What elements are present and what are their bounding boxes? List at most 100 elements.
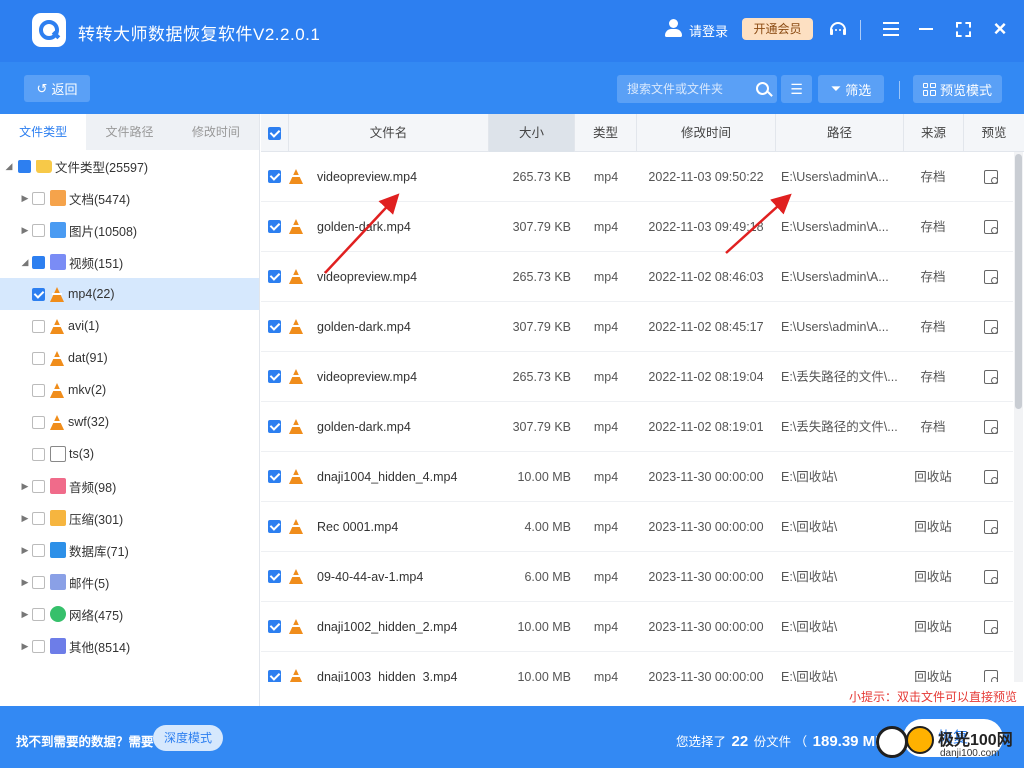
close-icon[interactable]: ×	[989, 18, 1011, 40]
advanced-search-button[interactable]: ☰	[781, 75, 812, 103]
preview-icon[interactable]	[984, 620, 998, 634]
preview-icon[interactable]	[984, 520, 998, 534]
user-icon[interactable]	[664, 18, 682, 38]
table-row[interactable]: dnaji1002_hidden_2.mp4 10.00 MB mp4 2023…	[261, 602, 1013, 652]
tree-item-audio[interactable]: ▶ 音频(98)	[0, 470, 259, 502]
tree-item-swf[interactable]: swf(32)	[0, 406, 259, 438]
preview-icon[interactable]	[984, 270, 998, 284]
preview-icon[interactable]	[984, 670, 998, 682]
table-row[interactable]: golden-dark.mp4 307.79 KB mp4 2022-11-02…	[261, 302, 1013, 352]
tree-checkbox[interactable]	[32, 639, 45, 653]
tree-checkbox[interactable]	[32, 383, 45, 397]
tree-item-all-types[interactable]: ◢ 文件类型(25597)	[0, 150, 259, 182]
tree-item-database[interactable]: ▶ 数据库(71)	[0, 534, 259, 566]
filter-button[interactable]: ⏷ 筛选	[818, 75, 884, 103]
tree-checkbox[interactable]	[32, 223, 45, 237]
tree-item-videos[interactable]: ◢ 视频(151)	[0, 246, 259, 278]
column-header-modified-time[interactable]: 修改时间	[637, 114, 776, 152]
table-row[interactable]: 09-40-44-av-1.mp4 6.00 MB mp4 2023-11-30…	[261, 552, 1013, 602]
tree-item-network[interactable]: ▶ 网络(475)	[0, 598, 259, 630]
login-link[interactable]: 请登录	[689, 21, 728, 40]
table-row[interactable]: golden-dark.mp4 307.79 KB mp4 2022-11-03…	[261, 202, 1013, 252]
expand-arrow-icon[interactable]: ▶	[20, 193, 30, 204]
table-row[interactable]: videopreview.mp4 265.73 KB mp4 2022-11-0…	[261, 252, 1013, 302]
tree-checkbox[interactable]	[32, 511, 45, 525]
row-checkbox[interactable]	[268, 670, 281, 682]
expand-arrow-icon[interactable]: ▶	[20, 577, 30, 588]
row-checkbox[interactable]	[268, 570, 281, 583]
search-icon[interactable]	[756, 82, 769, 95]
table-row[interactable]: videopreview.mp4 265.73 KB mp4 2022-11-0…	[261, 152, 1013, 202]
expand-arrow-icon[interactable]: ▶	[20, 545, 30, 556]
tree-checkbox[interactable]	[32, 543, 45, 557]
vip-button[interactable]: 开通会员	[742, 18, 813, 40]
search-input[interactable]	[627, 80, 747, 98]
tree-checkbox[interactable]	[32, 447, 45, 461]
scrollbar-thumb[interactable]	[1015, 154, 1022, 409]
vertical-scrollbar[interactable]	[1014, 152, 1023, 682]
back-button[interactable]: ↺ 返回	[24, 75, 90, 102]
preview-icon[interactable]	[984, 170, 998, 184]
tab-file-type[interactable]: 文件类型	[0, 114, 87, 150]
tree-checkbox[interactable]	[32, 255, 45, 269]
preview-icon[interactable]	[984, 470, 998, 484]
support-headset-icon[interactable]	[827, 18, 849, 40]
row-checkbox[interactable]	[268, 270, 281, 283]
table-row[interactable]: dnaji1004_hidden_4.mp4 10.00 MB mp4 2023…	[261, 452, 1013, 502]
row-checkbox[interactable]	[268, 420, 281, 433]
table-row[interactable]: dnaji1003_hidden_3.mp4 10.00 MB mp4 2023…	[261, 652, 1013, 682]
row-checkbox[interactable]	[268, 220, 281, 233]
column-header-type[interactable]: 类型	[575, 114, 637, 152]
tab-file-path[interactable]: 文件路径	[86, 114, 173, 150]
tree-checkbox[interactable]	[32, 607, 45, 621]
minimize-icon[interactable]	[915, 18, 937, 40]
tree-item-mp4[interactable]: mp4(22)	[0, 278, 259, 310]
search-box[interactable]	[617, 75, 777, 103]
tree-item-avi[interactable]: avi(1)	[0, 310, 259, 342]
column-header-path[interactable]: 路径	[776, 114, 904, 152]
expand-arrow-icon[interactable]: ▶	[20, 481, 30, 492]
tree-checkbox[interactable]	[18, 159, 31, 173]
expand-arrow-icon[interactable]: ▶	[20, 513, 30, 524]
tree-item-ts[interactable]: ts(3)	[0, 438, 259, 470]
table-row[interactable]: golden-dark.mp4 307.79 KB mp4 2022-11-02…	[261, 402, 1013, 452]
tree-item-archives[interactable]: ▶ 压缩(301)	[0, 502, 259, 534]
tree-checkbox[interactable]	[32, 575, 45, 589]
tree-checkbox[interactable]	[32, 351, 45, 365]
row-checkbox[interactable]	[268, 320, 281, 333]
collapse-arrow-icon[interactable]: ◢	[20, 257, 30, 268]
column-header-name[interactable]: 文件名	[289, 114, 489, 152]
tree-item-mkv[interactable]: mkv(2)	[0, 374, 259, 406]
collapse-arrow-icon[interactable]: ◢	[4, 161, 14, 172]
tree-item-mail[interactable]: ▶ 邮件(5)	[0, 566, 259, 598]
select-all-checkbox[interactable]	[268, 127, 281, 140]
tree-item-other[interactable]: ▶ 其他(8514)	[0, 630, 259, 662]
tree-checkbox[interactable]	[32, 287, 45, 301]
maximize-icon[interactable]	[952, 18, 974, 40]
row-checkbox[interactable]	[268, 470, 281, 483]
preview-icon[interactable]	[984, 220, 998, 234]
deep-mode-button[interactable]: 深度模式	[153, 725, 223, 751]
row-checkbox[interactable]	[268, 170, 281, 183]
table-row[interactable]: videopreview.mp4 265.73 KB mp4 2022-11-0…	[261, 352, 1013, 402]
preview-icon[interactable]	[984, 420, 998, 434]
tree-item-dat[interactable]: dat(91)	[0, 342, 259, 374]
tree-checkbox[interactable]	[32, 415, 45, 429]
preview-icon[interactable]	[984, 320, 998, 334]
tree-item-documents[interactable]: ▶ 文档(5474)	[0, 182, 259, 214]
column-header-size[interactable]: 大小	[489, 114, 575, 152]
expand-arrow-icon[interactable]: ▶	[20, 641, 30, 652]
row-checkbox[interactable]	[268, 520, 281, 533]
column-header-source[interactable]: 来源	[904, 114, 964, 152]
tree-item-images[interactable]: ▶ 图片(10508)	[0, 214, 259, 246]
row-checkbox[interactable]	[268, 620, 281, 633]
table-row[interactable]: Rec 0001.mp4 4.00 MB mp4 2023-11-30 00:0…	[261, 502, 1013, 552]
preview-mode-button[interactable]: 预览模式	[913, 75, 1002, 103]
preview-icon[interactable]	[984, 570, 998, 584]
preview-icon[interactable]	[984, 370, 998, 384]
row-checkbox[interactable]	[268, 370, 281, 383]
tree-checkbox[interactable]	[32, 191, 45, 205]
tree-checkbox[interactable]	[32, 319, 45, 333]
tab-modified-time[interactable]: 修改时间	[172, 114, 259, 150]
expand-arrow-icon[interactable]: ▶	[20, 609, 30, 620]
